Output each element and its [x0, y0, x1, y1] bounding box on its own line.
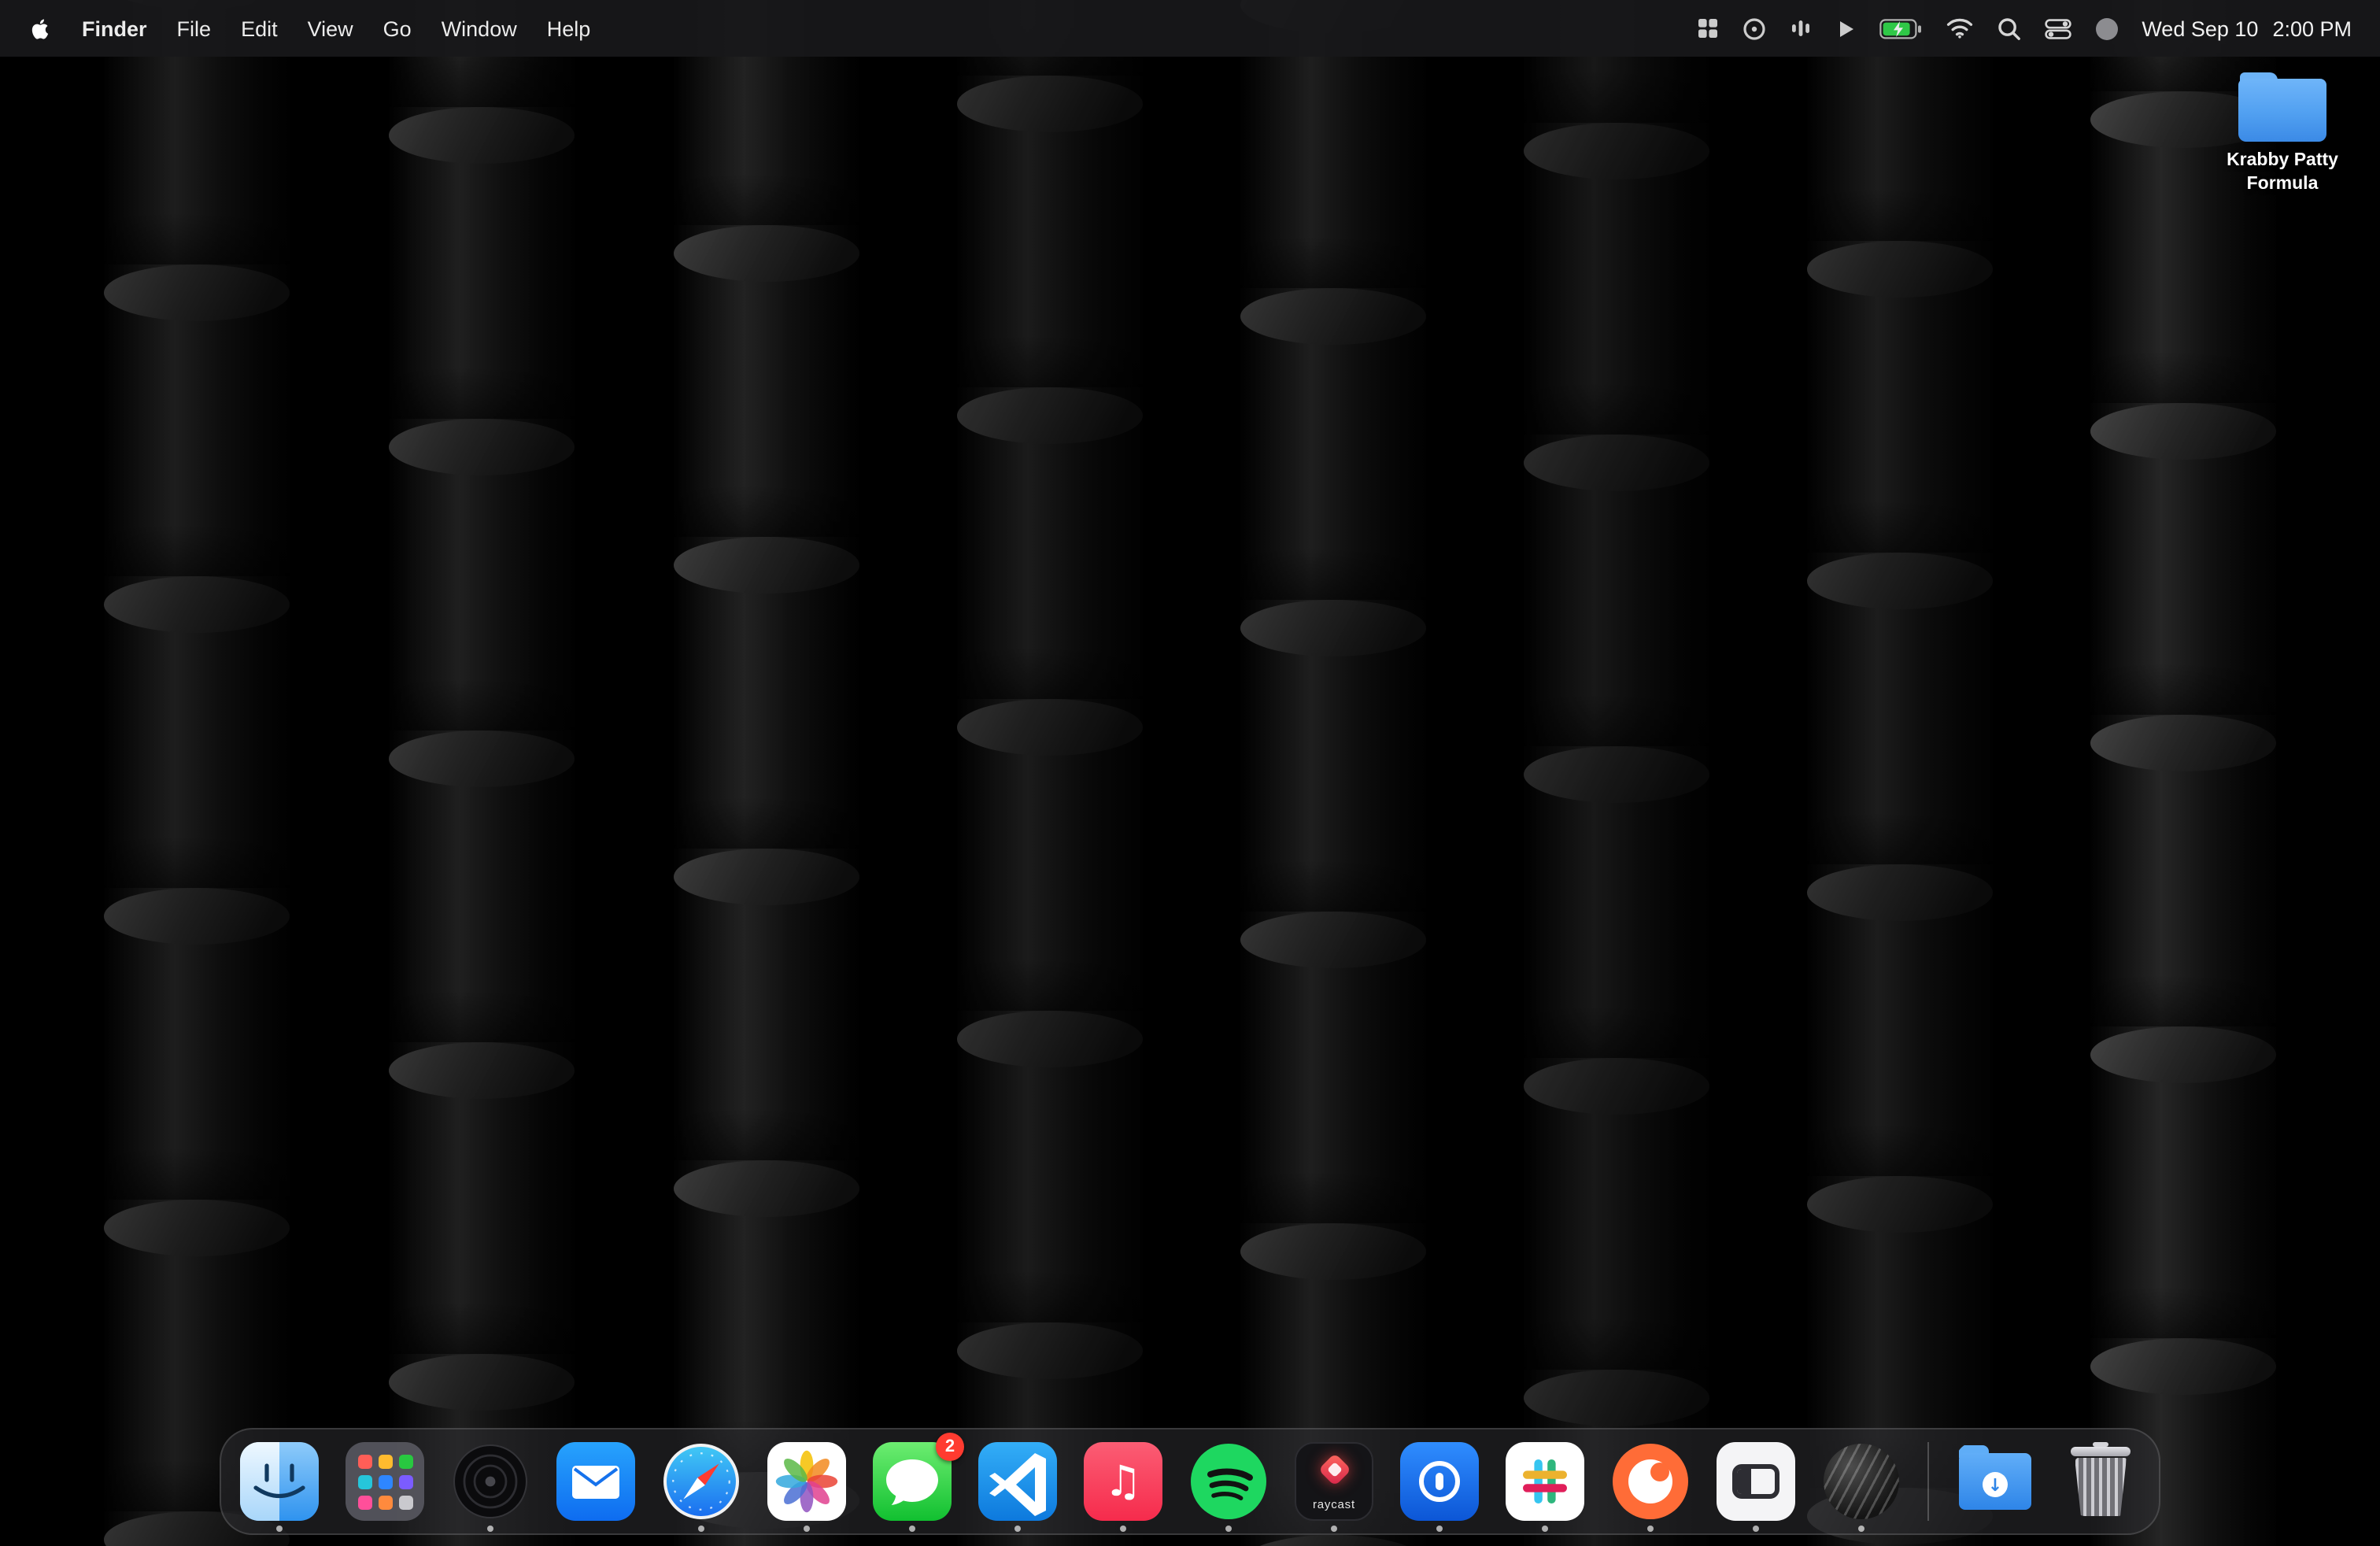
spotlight-search-icon[interactable] — [1997, 17, 2020, 40]
dock-item-vscode[interactable] — [978, 1442, 1057, 1521]
finder-icon — [240, 1442, 319, 1521]
desktop: Finder File Edit View Go Window Help — [0, 0, 2380, 1546]
spotify-icon — [1191, 1444, 1266, 1519]
raycast-icon: raycast — [1295, 1442, 1373, 1521]
play-menu-extra-icon[interactable] — [1835, 18, 1855, 39]
menu-window[interactable]: Window — [442, 17, 517, 40]
circle-menu-extra-icon[interactable] — [1742, 17, 1765, 40]
dock: 2 ♫ raycast — [220, 1428, 2160, 1535]
menu-view[interactable]: View — [308, 17, 353, 40]
trash-icon — [2061, 1442, 2140, 1521]
window-manager-icon — [1717, 1442, 1795, 1521]
menu-time: 2:00 PM — [2272, 17, 2352, 40]
waveform-menu-extra-icon[interactable] — [1789, 17, 1811, 39]
safari-icon — [663, 1444, 739, 1519]
dock-item-downloads[interactable]: ↓ — [1956, 1442, 2034, 1521]
wallpaper — [0, 0, 2380, 1546]
dock-item-finder[interactable] — [240, 1442, 319, 1521]
striped-sphere-icon — [1824, 1444, 1899, 1519]
music-icon: ♫ — [1084, 1442, 1162, 1521]
postman-icon — [1613, 1444, 1688, 1519]
apple-menu-icon[interactable] — [28, 14, 52, 43]
dock-item-postman[interactable] — [1611, 1442, 1690, 1521]
dock-item-launchpad[interactable] — [346, 1442, 424, 1521]
dock-item-spotify[interactable] — [1189, 1442, 1268, 1521]
dock-item-vinyl-record[interactable] — [451, 1442, 530, 1521]
battery-icon[interactable] — [1879, 18, 1921, 39]
dock-item-raycast[interactable]: raycast — [1295, 1442, 1373, 1521]
dock-separator — [1927, 1442, 1929, 1521]
menu-edit[interactable]: Edit — [241, 17, 278, 40]
photos-icon — [767, 1442, 846, 1521]
slack-icon — [1506, 1442, 1584, 1521]
dock-item-messages[interactable]: 2 — [873, 1442, 952, 1521]
dock-item-mail[interactable] — [556, 1442, 635, 1521]
raycast-logo — [1318, 1453, 1351, 1486]
dock-item-photos[interactable] — [767, 1442, 846, 1521]
grid-menu-extra-icon[interactable] — [1696, 17, 1718, 39]
menu-go[interactable]: Go — [383, 17, 412, 40]
mail-icon — [556, 1442, 635, 1521]
menu-help[interactable]: Help — [547, 17, 591, 40]
wifi-icon[interactable] — [1945, 17, 1973, 39]
vscode-icon — [978, 1442, 1057, 1521]
vinyl-record-icon — [451, 1442, 530, 1521]
folder-icon — [2238, 72, 2326, 142]
control-center-icon[interactable] — [2044, 18, 2071, 39]
notification-badge: 2 — [936, 1433, 964, 1461]
dock-item-trash[interactable] — [2061, 1442, 2140, 1521]
1password-icon — [1400, 1442, 1479, 1521]
dock-item-slack[interactable] — [1506, 1442, 1584, 1521]
launchpad-icon — [346, 1442, 424, 1521]
download-arrow-icon: ↓ — [1983, 1472, 2008, 1497]
dock-item-striped-sphere[interactable] — [1822, 1442, 1901, 1521]
menu-bar: Finder File Edit View Go Window Help — [0, 0, 2380, 57]
menu-clock[interactable]: Wed Sep 10 2:00 PM — [2142, 17, 2352, 40]
dock-item-1password[interactable] — [1400, 1442, 1479, 1521]
dock-item-safari[interactable] — [662, 1442, 741, 1521]
desktop-folder-krabby-patty-formula[interactable]: Krabby Patty Formula — [2237, 72, 2328, 197]
user-status-icon[interactable] — [2094, 17, 2118, 40]
downloads-folder-icon: ↓ — [1956, 1442, 2034, 1521]
folder-label: Krabby Patty Formula — [2204, 150, 2361, 197]
dock-item-window-manager[interactable] — [1717, 1442, 1795, 1521]
raycast-label: raycast — [1296, 1497, 1372, 1511]
menu-date: Wed Sep 10 — [2142, 17, 2258, 40]
menu-app-name[interactable]: Finder — [82, 17, 147, 40]
menu-file[interactable]: File — [177, 17, 212, 40]
dock-item-music[interactable]: ♫ — [1084, 1442, 1162, 1521]
